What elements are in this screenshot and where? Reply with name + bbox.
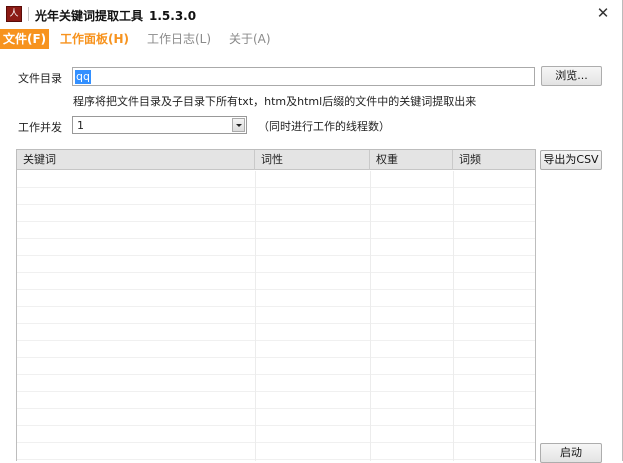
table-header: 关键词 词性 权重 词频 bbox=[17, 150, 535, 170]
app-name: 光年关键词提取工具 bbox=[35, 9, 144, 23]
app-logo-icon: 人 bbox=[6, 6, 22, 22]
dir-input[interactable]: qq bbox=[72, 67, 535, 86]
app-window: 人 光年关键词提取工具 1.5.3.0 ✕ 文件(F) 工作面板(H) 工作日志(… bbox=[0, 0, 623, 463]
concurrency-hint: （同时进行工作的线程数） bbox=[258, 120, 390, 133]
column-header-pos[interactable]: 词性 bbox=[255, 150, 370, 170]
dir-label: 文件目录 bbox=[18, 72, 62, 85]
concurrency-select[interactable]: 1 bbox=[72, 116, 247, 134]
title-bar: 人 光年关键词提取工具 1.5.3.0 ✕ bbox=[0, 0, 622, 29]
window-title: 光年关键词提取工具 1.5.3.0 bbox=[35, 7, 196, 24]
menu-about[interactable]: 关于(A) bbox=[229, 29, 271, 49]
close-button[interactable]: ✕ bbox=[594, 4, 612, 22]
menu-work-log[interactable]: 工作日志(L) bbox=[147, 29, 211, 49]
app-version: 1.5.3.0 bbox=[149, 9, 197, 23]
keyword-table[interactable]: 关键词 词性 权重 词频 bbox=[16, 149, 536, 461]
column-header-frequency[interactable]: 词频 bbox=[453, 150, 535, 170]
column-divider bbox=[370, 171, 371, 461]
column-header-keyword[interactable]: 关键词 bbox=[17, 150, 255, 170]
column-divider bbox=[255, 171, 256, 461]
browse-button[interactable]: 浏览... bbox=[541, 66, 602, 86]
concurrency-value: 1 bbox=[77, 119, 84, 132]
chevron-down-icon[interactable] bbox=[232, 118, 245, 132]
concurrency-label: 工作并发 bbox=[18, 121, 62, 134]
export-csv-button[interactable]: 导出为CSV bbox=[540, 150, 602, 170]
start-button[interactable]: 启动 bbox=[540, 443, 602, 463]
title-separator bbox=[28, 7, 29, 21]
dir-input-value: qq bbox=[75, 70, 91, 84]
menu-bar: 文件(F) 工作面板(H) 工作日志(L) 关于(A) bbox=[0, 29, 622, 49]
menu-work-panel[interactable]: 工作面板(H) bbox=[60, 29, 129, 49]
table-body bbox=[17, 171, 535, 461]
column-header-weight[interactable]: 权重 bbox=[370, 150, 453, 170]
column-divider bbox=[453, 171, 454, 461]
dir-hint-text: 程序将把文件目录及子目录下所有txt，htm及html后缀的文件中的关键词提取出… bbox=[73, 95, 477, 108]
menu-file[interactable]: 文件(F) bbox=[0, 29, 50, 49]
